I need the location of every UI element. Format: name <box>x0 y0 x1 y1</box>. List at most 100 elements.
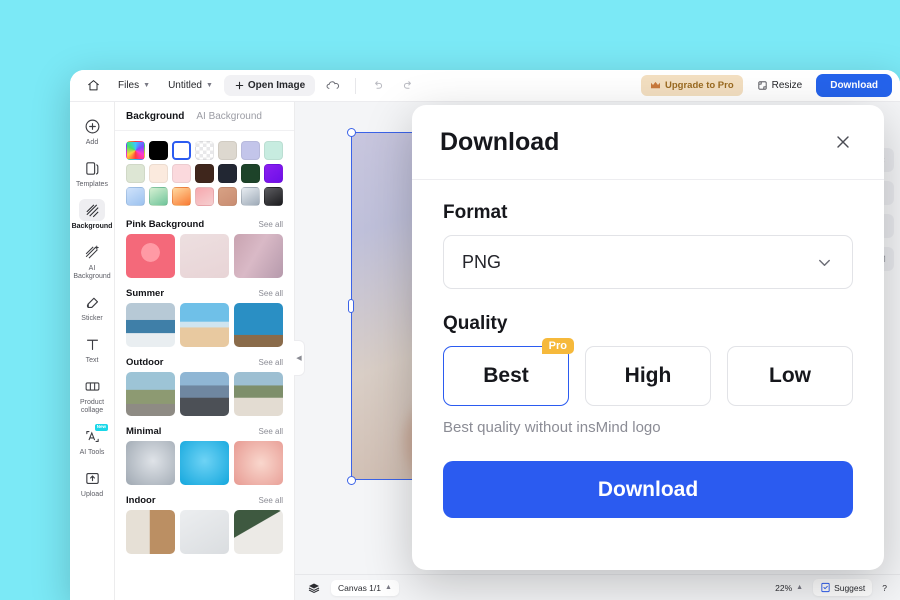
thumbnail-minimal-peach-gradient[interactable] <box>234 441 283 485</box>
thumbnail-indoor-white-window[interactable] <box>180 510 229 554</box>
swatch-mint[interactable] <box>264 141 283 160</box>
ai-tools-icon: New <box>79 424 108 447</box>
download-button-toolbar[interactable]: Download <box>816 74 892 97</box>
resize-handle-top-left[interactable] <box>347 128 356 137</box>
canvas-pages-chip[interactable]: Canvas 1/1 ▲ <box>331 579 399 596</box>
thumbnail-summer-pool-water[interactable] <box>234 303 283 347</box>
sidebar-label-text: Text <box>85 357 99 365</box>
zoom-control[interactable]: 22% ▲ <box>770 580 808 596</box>
undo-button[interactable] <box>364 75 391 96</box>
swatch-dark-brown[interactable] <box>195 164 214 183</box>
cloud-sync-button[interactable] <box>319 75 347 97</box>
upgrade-to-pro-button[interactable]: Upgrade to Pro <box>641 75 743 96</box>
tab-background[interactable]: Background <box>126 111 184 122</box>
quality-option-best[interactable]: Best Pro <box>443 338 574 406</box>
swatch-forest-green[interactable] <box>241 164 260 183</box>
thumbnail-minimal-grey-gradient[interactable] <box>126 441 175 485</box>
thumbnail-outdoor-desert-road[interactable] <box>126 372 175 416</box>
sidebar-item-add[interactable]: Add <box>71 110 114 150</box>
swatch-silver-gradient[interactable] <box>241 187 260 206</box>
redo-button[interactable] <box>395 75 422 96</box>
cloud-sync-icon <box>326 79 340 93</box>
sidebar-item-text[interactable]: Text <box>71 328 114 368</box>
bottom-status-bar: Canvas 1/1 ▲ 22% ▲ Suggest ? <box>295 574 900 600</box>
swatch-rainbow-picker[interactable] <box>126 141 145 160</box>
sidebar-item-ai-background[interactable]: AI Background <box>71 236 114 284</box>
swatch-orange-gradient[interactable] <box>172 187 191 206</box>
resize-handle-middle-left[interactable] <box>348 299 354 313</box>
tab-ai-background[interactable]: AI Background <box>196 111 262 122</box>
plus-icon <box>234 80 245 91</box>
thumbnail-indoor-orchid-vanity[interactable] <box>234 510 283 554</box>
sidebar-label-upload: Upload <box>80 491 104 499</box>
see-all-link[interactable]: See all <box>259 427 283 436</box>
swatch-blue-gradient[interactable] <box>126 187 145 206</box>
bottom-bar-right: 22% ▲ Suggest ? <box>770 579 892 596</box>
thumbnail-row <box>115 510 294 557</box>
sidebar-item-background[interactable]: Background <box>71 194 114 234</box>
document-title-menu[interactable]: Untitled ▼ <box>161 76 220 95</box>
swatch-beige[interactable] <box>218 141 237 160</box>
swatch-dark-gradient[interactable] <box>264 187 283 206</box>
files-menu[interactable]: Files ▼ <box>111 76 157 95</box>
swatch-black[interactable] <box>149 141 168 160</box>
format-select[interactable]: PNG <box>443 235 853 289</box>
see-all-link[interactable]: See all <box>259 358 283 367</box>
thumbnail-pink-heart-neon[interactable] <box>126 234 175 278</box>
thumbnail-minimal-cyan-gradient[interactable] <box>180 441 229 485</box>
pro-badge: Pro <box>541 338 574 354</box>
see-all-link[interactable]: See all <box>259 220 283 229</box>
swatch-tan-gradient[interactable] <box>218 187 237 206</box>
quality-option-label: Low <box>769 364 811 387</box>
sidebar-item-product-collage[interactable]: Product collage <box>71 370 114 418</box>
quality-option-low[interactable]: Low <box>727 346 853 406</box>
section-header: Outdoor See all <box>115 350 294 372</box>
sidebar-label-sticker: Sticker <box>81 315 103 323</box>
section-title: Summer <box>126 288 165 299</box>
swatch-green-gradient[interactable] <box>149 187 168 206</box>
sidebar-item-sticker[interactable]: Sticker <box>71 286 114 326</box>
swatch-white[interactable] <box>172 141 191 160</box>
open-image-label: Open Image <box>247 80 306 91</box>
thumbnail-pink-window-curtain[interactable] <box>234 234 283 278</box>
thumbnail-outdoor-coastal-deck[interactable] <box>234 372 283 416</box>
swatch-violet-gradient[interactable] <box>264 164 283 183</box>
swatch-cream[interactable] <box>149 164 168 183</box>
swatch-sage-light[interactable] <box>126 164 145 183</box>
suggest-label: Suggest <box>834 582 866 593</box>
resize-handle-bottom-left[interactable] <box>347 476 356 485</box>
swatch-blush-pink[interactable] <box>172 164 191 183</box>
swatch-navy-charcoal[interactable] <box>218 164 237 183</box>
home-button[interactable] <box>80 75 107 96</box>
download-modal: Download Format PNG Quality Best Pro High L… <box>412 105 884 570</box>
sidebar-item-upload[interactable]: Upload <box>71 462 114 502</box>
thumbnail-pink-soft-flower[interactable] <box>180 234 229 278</box>
chevron-up-icon: ▲ <box>796 584 804 591</box>
swatch-periwinkle[interactable] <box>241 141 260 160</box>
help-button[interactable]: ? <box>877 580 892 596</box>
sidebar-item-ai-tools[interactable]: New AI Tools <box>71 420 114 460</box>
sidebar-label-ai-background: AI Background <box>73 265 111 281</box>
swatch-transparent[interactable] <box>195 141 214 160</box>
open-image-button[interactable]: Open Image <box>223 75 316 96</box>
suggest-button[interactable]: Suggest <box>813 579 873 596</box>
close-icon[interactable] <box>830 129 856 155</box>
thumbnail-indoor-curtain-wood[interactable] <box>126 510 175 554</box>
quality-hint-text: Best quality without insMind logo <box>443 419 661 436</box>
resize-button[interactable]: Resize <box>749 75 811 96</box>
swatch-pink-gradient[interactable] <box>195 187 214 206</box>
thumbnail-row <box>115 234 294 281</box>
see-all-link[interactable]: See all <box>259 289 283 298</box>
resize-icon <box>757 80 768 91</box>
see-all-link[interactable]: See all <box>259 496 283 505</box>
ai-background-icon <box>79 241 105 263</box>
sidebar-item-templates[interactable]: Templates <box>71 152 114 192</box>
thumbnail-outdoor-city-highway[interactable] <box>180 372 229 416</box>
chevron-left-icon: ◀ <box>296 355 302 362</box>
panel-collapse-toggle[interactable]: ◀ <box>294 340 305 376</box>
layers-button[interactable] <box>303 579 325 597</box>
thumbnail-summer-sea-horizon[interactable] <box>126 303 175 347</box>
thumbnail-summer-beach-sand[interactable] <box>180 303 229 347</box>
quality-option-high[interactable]: High <box>585 346 711 406</box>
download-confirm-button[interactable]: Download <box>443 461 853 518</box>
